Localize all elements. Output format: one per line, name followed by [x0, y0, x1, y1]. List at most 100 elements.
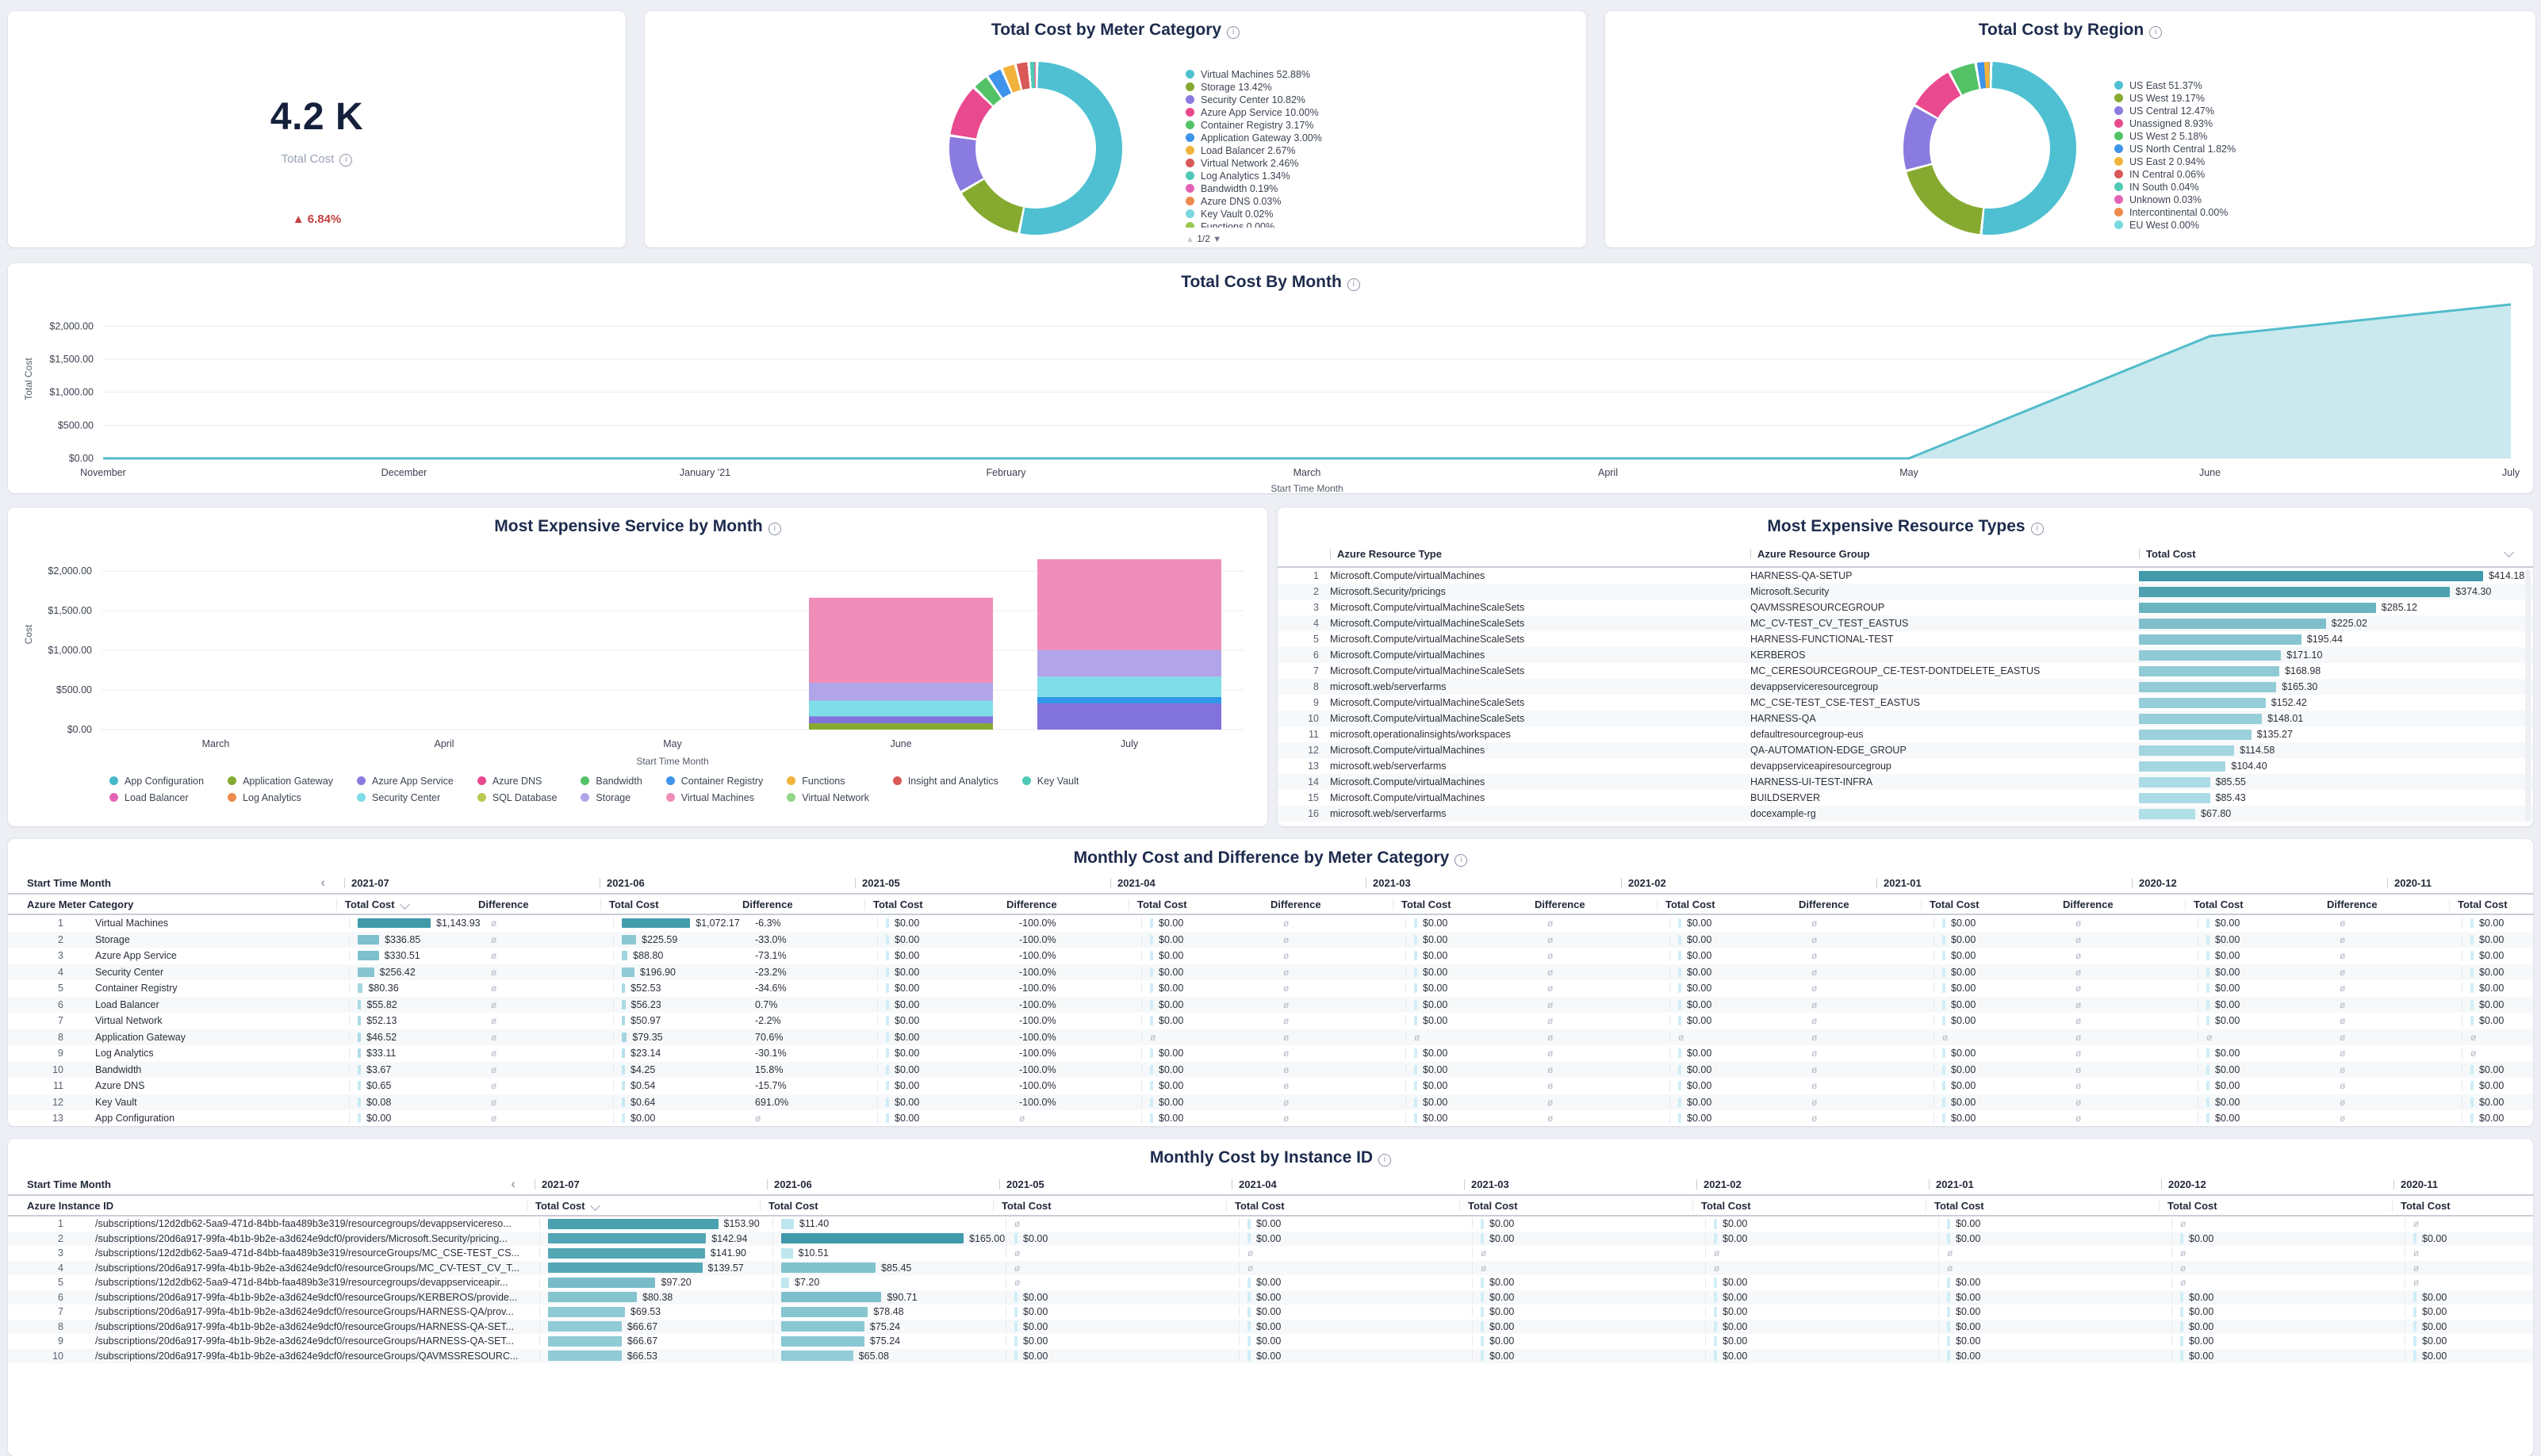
table-row[interactable]: 6Load Balancer$55.82ø$56.230.7%$0.00-100…	[8, 997, 2533, 1013]
month-header[interactable]: 2021-06	[759, 1178, 991, 1190]
meter-category-donut-chart[interactable]	[949, 62, 1122, 235]
month-header[interactable]: 2021-07	[527, 1178, 759, 1190]
column-header[interactable]: Azure Resource Type	[1337, 548, 1442, 560]
table-row[interactable]: 2Storage$336.85ø$225.59-33.0%$0.00-100.0…	[8, 932, 2533, 948]
subcolumn-header[interactable]: Total Cost	[1692, 1200, 1926, 1212]
legend-item[interactable]: EU West 0.00%	[2114, 219, 2236, 232]
legend-item[interactable]: Unassigned 8.93%	[2114, 117, 2236, 130]
month-header[interactable]: 2021-01	[1868, 877, 2124, 889]
sort-chevron-icon[interactable]	[590, 1201, 600, 1211]
table-row[interactable]: 14Microsoft.Compute/virtualMachinesHARNE…	[1278, 774, 2533, 790]
legend-item[interactable]: App Configuration	[109, 776, 204, 787]
table-row[interactable]: 9/subscriptions/20d6a917-99fa-4b1b-9b2e-…	[8, 1334, 2533, 1349]
legend-item[interactable]: Application Gateway 3.00%	[1186, 132, 1322, 144]
info-icon[interactable]	[1227, 26, 1240, 39]
table-row[interactable]: 4Microsoft.Compute/virtualMachineScaleSe…	[1278, 615, 2533, 631]
table-row[interactable]: 2Microsoft.Security/pricingsMicrosoft.Se…	[1278, 584, 2533, 600]
sort-chevron-icon[interactable]	[2504, 547, 2514, 557]
subcolumn-header[interactable]: Total Cost	[2185, 899, 2319, 910]
subcolumn-header[interactable]: Difference	[1527, 899, 1657, 910]
month-header[interactable]: 2020-12	[2124, 877, 2379, 889]
month-header[interactable]: 2020-12	[2153, 1178, 2386, 1190]
legend-item[interactable]: Key Vault 0.02%	[1186, 208, 1322, 220]
info-icon[interactable]	[339, 154, 352, 167]
legend-item[interactable]: Azure DNS	[477, 776, 558, 787]
legend-item[interactable]: US West 19.17%	[2114, 92, 2236, 105]
sort-chevron-icon[interactable]	[400, 899, 410, 910]
subcolumn-header[interactable]: Total Cost	[1657, 899, 1791, 910]
table-row[interactable]: 12Microsoft.Compute/virtualMachinesQA-AU…	[1278, 742, 2533, 758]
month-header[interactable]: 2021-05	[847, 877, 1102, 889]
legend-item[interactable]: Virtual Network 2.46%	[1186, 157, 1322, 170]
subcolumn-header[interactable]: Total Cost	[527, 1200, 760, 1212]
subcolumn-header[interactable]: Total Cost	[864, 899, 998, 910]
subcolumn-header[interactable]: Difference	[734, 899, 864, 910]
subcolumn-header[interactable]: Total Cost	[1226, 1200, 1459, 1212]
page-up-icon[interactable]: ▲	[1186, 235, 1194, 244]
subcolumn-header[interactable]: Total Cost	[1129, 899, 1263, 910]
table-row[interactable]: 16microsoft.web/serverfarmsdocexample-rg…	[1278, 806, 2533, 822]
legend-item[interactable]: SQL Database	[477, 792, 558, 803]
region-donut-chart[interactable]	[1903, 62, 2076, 235]
subcolumn-header[interactable]: Difference	[998, 899, 1129, 910]
table-row[interactable]: 9Microsoft.Compute/virtualMachineScaleSe…	[1278, 695, 2533, 711]
month-header[interactable]: 2021-01	[1921, 1178, 2153, 1190]
table-row[interactable]: 10/subscriptions/20d6a917-99fa-4b1b-9b2e…	[8, 1349, 2533, 1364]
month-header[interactable]: 2021-03	[1456, 1178, 1688, 1190]
table-row[interactable]: 1/subscriptions/12d2db62-5aa9-471d-84bb-…	[8, 1217, 2533, 1232]
legend-item[interactable]: Bandwidth 0.19%	[1186, 182, 1322, 195]
info-icon[interactable]	[2031, 523, 2044, 535]
legend-item[interactable]: Azure App Service 10.00%	[1186, 106, 1322, 119]
legend-item[interactable]: Security Center 10.82%	[1186, 94, 1322, 106]
table-row[interactable]: 8/subscriptions/20d6a917-99fa-4b1b-9b2e-…	[8, 1320, 2533, 1335]
table-row[interactable]: 3Azure App Service$330.51ø$88.80-73.1%$0…	[8, 948, 2533, 964]
subcolumn-header[interactable]: Difference	[1263, 899, 1393, 910]
table-row[interactable]: 7Virtual Network$52.13ø$50.97-2.2%$0.00-…	[8, 1013, 2533, 1029]
table-row[interactable]: 6Microsoft.Compute/virtualMachinesKERBER…	[1278, 647, 2533, 663]
legend-item[interactable]: Log Analytics	[228, 792, 333, 803]
scroll-left-icon[interactable]: ‹	[320, 879, 325, 887]
legend-item[interactable]: IN Central 0.06%	[2114, 168, 2236, 181]
most-expensive-service-stacked-bar-chart[interactable]: $0.00$500.00$1,000.00$1,500.00$2,000.00C…	[8, 508, 1267, 769]
info-icon[interactable]	[1454, 854, 1467, 867]
table-row[interactable]: 10Bandwidth$3.67ø$4.2515.8%$0.00-100.0%$…	[8, 1062, 2533, 1079]
info-icon[interactable]	[1378, 1154, 1391, 1167]
legend-item[interactable]: Key Vault	[1022, 776, 1079, 787]
column-header[interactable]: Total Cost	[2146, 548, 2196, 560]
subcolumn-header[interactable]: Total Cost	[993, 1200, 1226, 1212]
column-header[interactable]: Azure Meter Category	[27, 899, 133, 910]
subcolumn-header[interactable]: Difference	[2319, 899, 2449, 910]
legend-item[interactable]: US Central 12.47%	[2114, 105, 2236, 117]
subcolumn-header[interactable]: Total Cost	[1459, 1200, 1692, 1212]
month-header[interactable]: 2021-02	[1688, 1178, 1921, 1190]
month-header[interactable]: 2021-05	[991, 1178, 1224, 1190]
legend-item[interactable]: Insight and Analytics	[893, 776, 998, 787]
month-header[interactable]: 2021-02	[1613, 877, 1868, 889]
month-header[interactable]: 2020-11	[2386, 1178, 2533, 1190]
total-cost-by-month-area-chart[interactable]: $0.00$500.00$1,000.00$1,500.00$2,000.00T…	[8, 263, 2533, 493]
subcolumn-header[interactable]: Total Cost	[336, 899, 470, 910]
table-row[interactable]: 6/subscriptions/20d6a917-99fa-4b1b-9b2e-…	[8, 1290, 2533, 1305]
month-header[interactable]: 2020-11	[2379, 877, 2533, 889]
legend-item[interactable]: Security Center	[357, 792, 454, 803]
subcolumn-header[interactable]: Total Cost	[1393, 899, 1527, 910]
scrollbar[interactable]	[2525, 569, 2531, 822]
table-row[interactable]: 3/subscriptions/12d2db62-5aa9-471d-84bb-…	[8, 1246, 2533, 1261]
table-row[interactable]: 8Application Gateway$46.52ø$79.3570.6%$0…	[8, 1029, 2533, 1046]
page-down-icon[interactable]: ▼	[1213, 235, 1221, 244]
table-row[interactable]: 11microsoft.operationalinsights/workspac…	[1278, 726, 2533, 742]
table-row[interactable]: 9Log Analytics$33.11ø$23.14-30.1%$0.00-1…	[8, 1045, 2533, 1062]
legend-item[interactable]: Azure DNS 0.03%	[1186, 195, 1322, 208]
table-row[interactable]: 1Virtual Machines$1,143.93ø$1,072.17-6.3…	[8, 915, 2533, 932]
table-row[interactable]: 10Microsoft.Compute/virtualMachineScaleS…	[1278, 711, 2533, 726]
month-header[interactable]: 2021-04	[1102, 877, 1358, 889]
legend-item[interactable]: Virtual Machines 52.88%	[1186, 68, 1322, 81]
subcolumn-header[interactable]: Difference	[2055, 899, 2185, 910]
legend-item[interactable]: IN South 0.04%	[2114, 181, 2236, 193]
info-icon[interactable]	[2149, 26, 2162, 39]
table-row[interactable]: 4Security Center$256.42ø$196.90-23.2%$0.…	[8, 964, 2533, 981]
column-header[interactable]: Azure Instance ID	[27, 1200, 113, 1212]
table-row[interactable]: 5Container Registry$80.36ø$52.53-34.6%$0…	[8, 980, 2533, 997]
scroll-left-icon[interactable]: ‹	[511, 1180, 515, 1188]
table-row[interactable]: 7Microsoft.Compute/virtualMachineScaleSe…	[1278, 663, 2533, 679]
